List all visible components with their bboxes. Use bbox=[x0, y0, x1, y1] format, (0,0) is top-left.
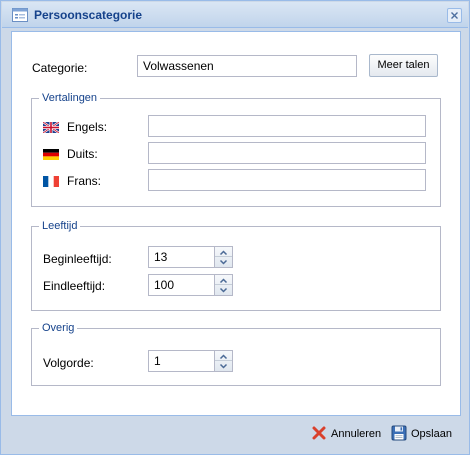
categorie-label: Categorie: bbox=[32, 61, 88, 75]
french-flag-icon bbox=[43, 176, 59, 187]
eindleeftijd-label: Eindleeftijd: bbox=[43, 279, 106, 293]
vertalingen-legend: Vertalingen bbox=[42, 92, 98, 104]
beginleeftijd-label: Beginleeftijd: bbox=[43, 252, 112, 266]
close-icon bbox=[451, 12, 458, 19]
beginleeftijd-spinner[interactable] bbox=[215, 246, 233, 268]
engels-input[interactable] bbox=[148, 115, 426, 137]
floppy-disk-icon bbox=[391, 425, 407, 441]
spin-up-button[interactable] bbox=[215, 351, 232, 361]
spin-up-button[interactable] bbox=[215, 275, 232, 285]
spin-up-button[interactable] bbox=[215, 247, 232, 257]
uk-flag-icon bbox=[43, 122, 59, 133]
eindleeftijd-input[interactable] bbox=[148, 274, 215, 296]
frans-label: Frans: bbox=[67, 174, 102, 188]
german-flag-icon bbox=[43, 149, 59, 160]
cross-icon bbox=[312, 426, 326, 440]
close-button[interactable] bbox=[447, 8, 462, 23]
duits-input[interactable] bbox=[148, 142, 426, 164]
spin-down-button[interactable] bbox=[215, 285, 232, 296]
window-title: Persoonscategorie bbox=[34, 8, 143, 22]
chevron-down-icon bbox=[219, 259, 228, 265]
volgorde-input[interactable] bbox=[148, 350, 215, 372]
spin-down-button[interactable] bbox=[215, 361, 232, 372]
title-bar[interactable]: Persoonscategorie bbox=[2, 2, 468, 28]
overig-legend: Overig bbox=[42, 322, 75, 334]
engels-label: Engels: bbox=[67, 120, 108, 134]
overig-fieldset: Overig bbox=[31, 322, 441, 386]
chevron-down-icon bbox=[219, 363, 228, 369]
duits-label: Duits: bbox=[67, 147, 98, 161]
footer-toolbar: Annuleren Opslaan bbox=[2, 417, 468, 454]
eindleeftijd-spinner[interactable] bbox=[215, 274, 233, 296]
annuleren-button[interactable]: Annuleren bbox=[311, 424, 383, 444]
meer-talen-button[interactable]: Meer talen bbox=[369, 54, 438, 77]
form-icon bbox=[12, 8, 28, 22]
form-panel: Categorie: Meer talen Vertalingen Engels… bbox=[11, 31, 461, 416]
leeftijd-legend: Leeftijd bbox=[42, 220, 78, 232]
opslaan-label: Opslaan bbox=[411, 428, 452, 440]
opslaan-button[interactable]: Opslaan bbox=[391, 424, 455, 444]
categorie-input[interactable] bbox=[137, 55, 357, 77]
chevron-down-icon bbox=[219, 287, 228, 293]
spin-down-button[interactable] bbox=[215, 257, 232, 268]
volgorde-label: Volgorde: bbox=[43, 356, 94, 370]
beginleeftijd-input[interactable] bbox=[148, 246, 215, 268]
persoonscategorie-window: Persoonscategorie Categorie: Meer talen … bbox=[0, 0, 470, 455]
volgorde-spinner[interactable] bbox=[215, 350, 233, 372]
annuleren-label: Annuleren bbox=[331, 428, 382, 440]
frans-input[interactable] bbox=[148, 169, 426, 191]
